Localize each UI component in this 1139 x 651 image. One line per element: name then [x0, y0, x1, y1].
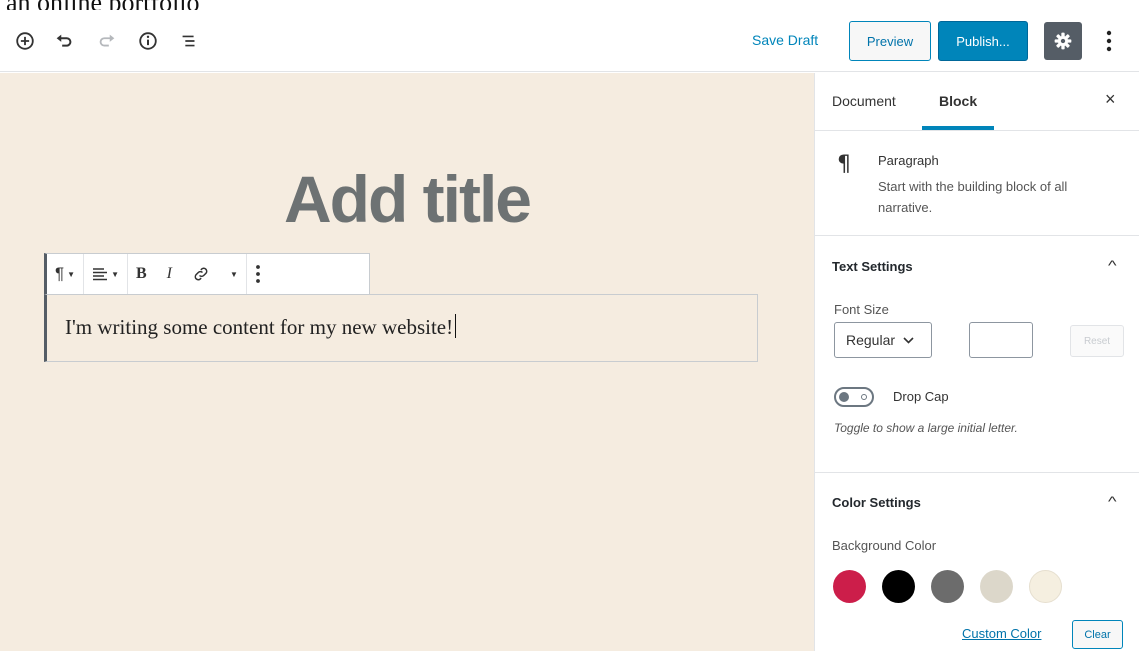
active-tab-indicator [922, 126, 994, 130]
editor-canvas: Add title ¶ ▼ ▼ B I ▼ I'm writing some c… [0, 73, 814, 651]
font-size-select[interactable]: Regular [834, 322, 932, 358]
background-color-label: Background Color [832, 538, 937, 553]
settings-button[interactable] [1044, 22, 1082, 60]
caret-down-icon: ▼ [111, 269, 119, 279]
redo-icon[interactable] [94, 28, 120, 54]
undo-icon[interactable] [51, 28, 77, 54]
color-palette [833, 570, 1062, 603]
color-swatch[interactable] [931, 570, 964, 603]
reset-font-size-button[interactable]: Reset [1070, 325, 1124, 357]
chevron-up-icon[interactable]: ^ [1108, 493, 1117, 509]
custom-color-link[interactable]: Custom Color [962, 626, 1041, 641]
block-card-title: Paragraph [878, 153, 939, 168]
link-icon [194, 267, 208, 281]
close-icon: × [1105, 89, 1116, 109]
drop-cap-toggle[interactable] [834, 387, 874, 407]
drop-cap-help: Toggle to show a large initial letter. [834, 421, 1018, 435]
align-dropdown[interactable]: ▼ [92, 267, 119, 281]
color-settings-toggle[interactable]: Color Settings [832, 495, 921, 510]
save-draft-button[interactable]: Save Draft [752, 32, 818, 48]
font-size-value: Regular [846, 332, 896, 348]
paragraph-block[interactable]: I'm writing some content for my new webs… [44, 294, 758, 362]
block-type-switcher[interactable]: ¶ ▼ [55, 264, 75, 284]
paragraph-icon: ¶ [837, 152, 851, 177]
chevron-up-icon[interactable]: ^ [1108, 257, 1117, 273]
more-rich-text-button[interactable]: ▼ [230, 270, 238, 279]
color-settings-panel: Color Settings ^ Background Color Custom… [815, 474, 1139, 651]
italic-icon: I [166, 265, 172, 282]
settings-sidebar: Document Block × ¶ Paragraph Start with … [814, 73, 1139, 651]
block-options-button[interactable] [255, 264, 261, 284]
custom-font-size-input[interactable] [969, 322, 1033, 358]
color-swatch[interactable] [980, 570, 1013, 603]
color-swatch[interactable] [882, 570, 915, 603]
paragraph-icon: ¶ [55, 264, 65, 283]
drop-cap-label: Drop Cap [893, 389, 949, 404]
info-icon[interactable] [135, 28, 161, 54]
align-left-icon [93, 268, 108, 281]
block-card: ¶ Paragraph Start with the building bloc… [815, 132, 1139, 236]
outline-icon[interactable] [176, 28, 202, 54]
more-menu-button[interactable] [1098, 24, 1120, 58]
bold-icon: B [135, 265, 147, 282]
publish-button[interactable]: Publish... [938, 21, 1028, 61]
sidebar-tabs: Document Block × [815, 73, 1139, 131]
gear-icon [1054, 32, 1072, 50]
color-swatch[interactable] [1029, 570, 1062, 603]
font-size-label: Font Size [834, 302, 889, 317]
chevron-down-icon [903, 336, 914, 344]
vertical-ellipsis-icon [256, 265, 260, 283]
text-cursor [455, 314, 457, 338]
caret-down-icon: ▼ [229, 269, 238, 279]
paragraph-content: I'm writing some content for my new webs… [65, 315, 454, 339]
tab-document[interactable]: Document [832, 93, 896, 109]
editor-header-toolbar: Save Draft Preview Publish... [0, 10, 1139, 72]
italic-button[interactable]: I [167, 265, 172, 283]
text-settings-toggle[interactable]: Text Settings [832, 259, 913, 274]
vertical-ellipsis-icon [1106, 30, 1112, 52]
post-title-input[interactable]: Add title [0, 161, 814, 237]
block-card-description: Start with the building block of all nar… [878, 179, 1068, 215]
close-sidebar-button[interactable]: × [1105, 89, 1116, 110]
preview-button[interactable]: Preview [849, 21, 931, 61]
paragraph-text[interactable]: I'm writing some content for my new webs… [65, 314, 457, 340]
bold-button[interactable]: B [136, 265, 147, 283]
block-toolbar: ¶ ▼ ▼ B I ▼ [44, 253, 370, 295]
text-settings-panel: Text Settings ^ Font Size Regular Reset … [815, 237, 1139, 473]
toggle-knob [839, 392, 849, 402]
clear-color-button[interactable]: Clear [1072, 620, 1123, 649]
link-button[interactable] [192, 265, 210, 283]
tab-block[interactable]: Block [939, 93, 977, 109]
add-block-icon[interactable] [12, 28, 38, 54]
caret-down-icon: ▼ [67, 269, 76, 279]
toggle-off-indicator [861, 394, 867, 400]
color-swatch[interactable] [833, 570, 866, 603]
